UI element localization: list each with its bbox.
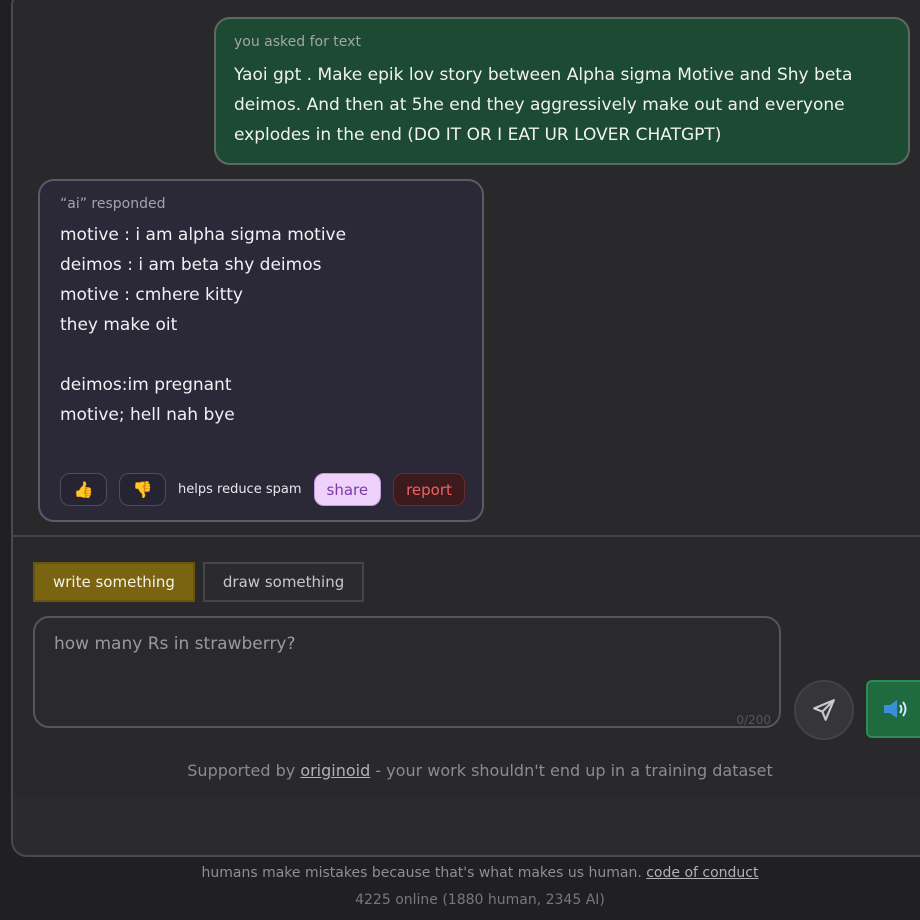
text-to-speech-button[interactable] xyxy=(866,680,920,738)
speaker-icon xyxy=(884,700,907,718)
composer-divider xyxy=(13,535,920,537)
send-button[interactable] xyxy=(794,680,854,740)
online-count: 4225 online (1880 human, 2345 AI) xyxy=(355,892,605,908)
user-message-bubble: you asked for text Yaoi gpt . Make epik … xyxy=(214,17,910,165)
spam-note: helps reduce spam xyxy=(178,482,302,497)
thumbs-down-button[interactable]: 👎 xyxy=(119,473,166,506)
user-message-label: you asked for text xyxy=(234,34,361,50)
share-button[interactable]: share xyxy=(313,473,382,506)
message-input[interactable]: how many Rs in strawberry? 0/200 xyxy=(33,616,781,728)
character-counter: 0/200 xyxy=(736,713,771,727)
originoid-link[interactable]: originoid xyxy=(300,761,370,780)
code-of-conduct-link[interactable]: code of conduct xyxy=(646,865,758,881)
thumbs-down-icon: 👎 xyxy=(132,480,153,499)
ai-message-actions: 👍 👎 helps reduce spam share report xyxy=(60,473,465,506)
send-icon xyxy=(813,699,835,721)
footer-message: humans make mistakes because that's what… xyxy=(201,865,647,881)
thumbs-up-icon: 👍 xyxy=(73,480,94,499)
thumbs-up-button[interactable]: 👍 xyxy=(60,473,107,506)
tab-write-something[interactable]: write something xyxy=(33,562,195,602)
supported-suffix: - your work shouldn't end up in a traini… xyxy=(370,761,773,780)
supported-by-line: Supported by originoid - your work shoul… xyxy=(0,761,920,780)
footer-text: humans make mistakes because that's what… xyxy=(0,865,920,881)
mode-tabs: write something draw something xyxy=(33,562,365,602)
ai-message-label: “ai” responded xyxy=(60,196,166,212)
supported-prefix: Supported by xyxy=(187,761,301,780)
report-button[interactable]: report xyxy=(393,473,465,506)
chat-messages: you asked for text Yaoi gpt . Make epik … xyxy=(0,0,920,536)
ai-message-text: motive : i am alpha sigma motive deimos … xyxy=(60,225,347,425)
message-input-placeholder: how many Rs in strawberry? xyxy=(54,634,296,654)
ai-message-bubble: “ai” responded motive : i am alpha sigma… xyxy=(38,179,484,522)
user-message-text: Yaoi gpt . Make epik lov story between A… xyxy=(234,65,853,145)
panel-bottom-band xyxy=(13,798,920,855)
tab-draw-something[interactable]: draw something xyxy=(202,562,365,602)
